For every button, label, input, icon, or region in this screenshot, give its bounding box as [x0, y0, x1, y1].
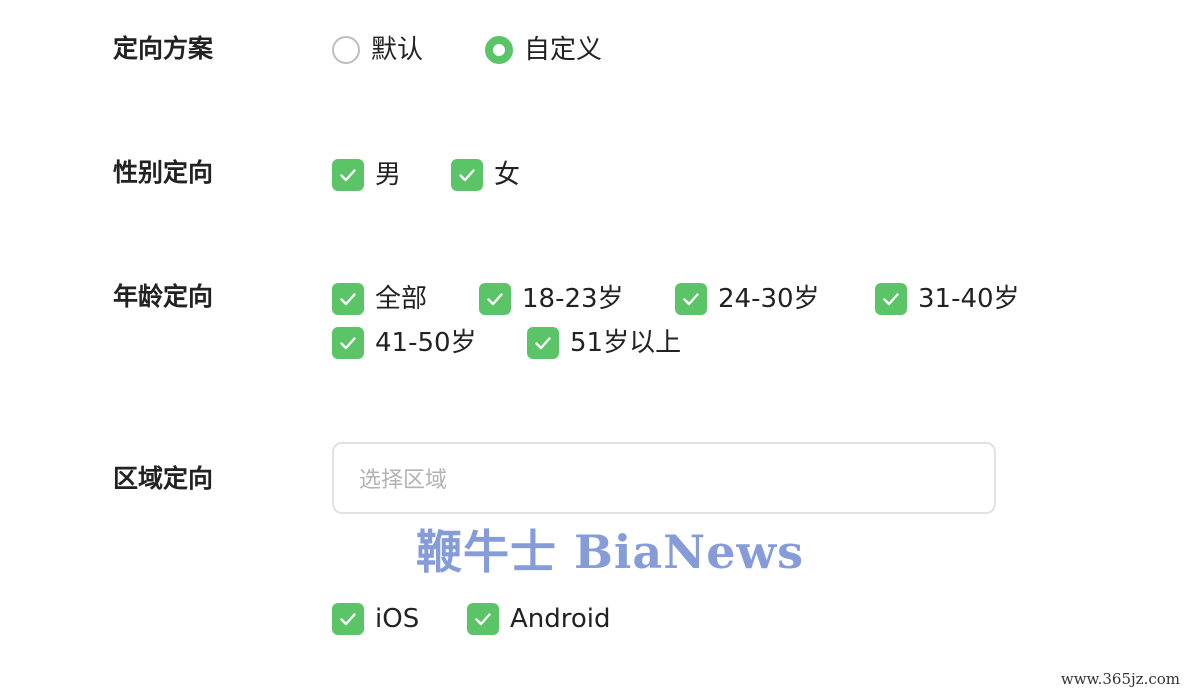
checkbox-female[interactable]: 女 [451, 159, 520, 191]
checkbox-age-41-50[interactable]: 41-50岁 [332, 327, 477, 359]
region-select-input[interactable]: 选择区域 [332, 442, 996, 514]
checkbox-android-label: Android [510, 604, 611, 634]
radio-custom-label: 自定义 [524, 35, 603, 65]
checkbox-age-31-40[interactable]: 31-40岁 [875, 283, 1020, 315]
checkmark-icon[interactable] [332, 603, 364, 635]
gender-targeting-label: 性别定向 [113, 158, 214, 187]
checkbox-age-31-40-label: 31-40岁 [918, 284, 1020, 314]
bianews-watermark: 鞭牛士 BiaNews [416, 525, 804, 579]
age-targeting-label: 年龄定向 [113, 282, 214, 311]
checkbox-female-label: 女 [494, 160, 521, 190]
radio-default[interactable]: 默认 [332, 34, 423, 66]
checkmark-icon[interactable] [527, 327, 559, 359]
targeting-scheme-label: 定向方案 [113, 34, 214, 63]
checkmark-icon[interactable] [675, 283, 707, 315]
radio-unselected-icon[interactable] [332, 36, 360, 64]
checkbox-age-51-plus[interactable]: 51岁以上 [527, 327, 681, 359]
checkbox-android[interactable]: Android [467, 603, 611, 635]
checkmark-icon[interactable] [332, 283, 364, 315]
checkmark-icon[interactable] [467, 603, 499, 635]
checkmark-icon[interactable] [875, 283, 907, 315]
region-targeting-label: 区域定向 [113, 464, 214, 493]
checkmark-icon[interactable] [451, 159, 483, 191]
checkbox-age-24-30[interactable]: 24-30岁 [675, 283, 820, 315]
checkbox-age-41-50-label: 41-50岁 [375, 328, 477, 358]
checkbox-age-all-label: 全部 [375, 284, 428, 314]
checkbox-ios[interactable]: iOS [332, 603, 419, 635]
checkbox-male[interactable]: 男 [332, 159, 401, 191]
checkbox-age-18-23-label: 18-23岁 [522, 284, 624, 314]
corner-watermark: www.365jz.com [1060, 670, 1180, 688]
checkmark-icon[interactable] [479, 283, 511, 315]
checkbox-age-all[interactable]: 全部 [332, 283, 427, 315]
checkbox-male-label: 男 [375, 160, 402, 190]
radio-selected-icon[interactable] [485, 36, 513, 64]
checkbox-ios-label: iOS [375, 604, 420, 634]
checkmark-icon[interactable] [332, 159, 364, 191]
checkbox-age-18-23[interactable]: 18-23岁 [479, 283, 624, 315]
checkmark-icon[interactable] [332, 327, 364, 359]
radio-custom[interactable]: 自定义 [485, 34, 602, 66]
checkbox-age-24-30-label: 24-30岁 [718, 284, 820, 314]
region-select-placeholder: 选择区域 [359, 468, 448, 493]
radio-default-label: 默认 [371, 35, 424, 65]
checkbox-age-51-plus-label: 51岁以上 [570, 328, 682, 358]
